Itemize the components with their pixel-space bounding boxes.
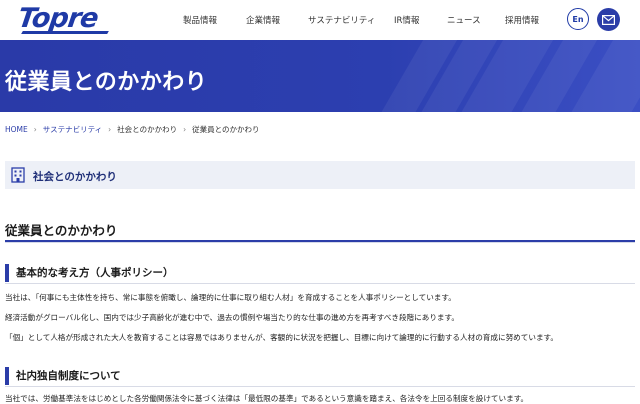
policy-paragraph: 経済活動がグローバル化し、国内では少子高齢化が進む中で、過去の慣例や場当たり的な… [5, 313, 459, 322]
policy-heading: 基本的な考え方（人事ポリシー） [5, 264, 174, 282]
mail-icon [602, 14, 615, 25]
system-divider [5, 386, 635, 387]
site-header: Topre 製品情報 企業情報 サステナビリティ IR情報 ニュース 採用情報 … [0, 0, 640, 40]
chevron-right-icon: › [108, 125, 112, 134]
content-heading: 従業員とのかかわり [5, 223, 118, 238]
policy-paragraph: 当社は、「何事にも主体性を持ち、常に事態を俯瞰し、論理的に仕事に取り組む人材」を… [5, 293, 456, 302]
building-icon [11, 167, 25, 183]
chevron-right-icon: › [33, 125, 37, 134]
nav-ir[interactable]: IR情報 [394, 14, 419, 26]
nav-products[interactable]: 製品情報 [183, 14, 217, 26]
breadcrumb-society[interactable]: 社会とのかかわり [117, 125, 177, 134]
system-paragraph: 当社では、労働基準法をはじめとした各労働関係法令に基づく法律は「最低限の基準」で… [5, 394, 529, 403]
contact-button[interactable] [597, 8, 620, 31]
nav-company[interactable]: 企業情報 [246, 14, 280, 26]
chevron-right-icon: › [183, 125, 187, 134]
policy-divider [5, 283, 635, 284]
nav-news[interactable]: ニュース [447, 14, 481, 26]
page-title: 従業員とのかかわり [5, 70, 208, 95]
section-category-box: 社会とのかかわり [5, 161, 635, 189]
section-label: 社会とのかかわり [33, 171, 117, 183]
breadcrumb-current: 従業員とのかかわり [192, 125, 260, 134]
heading-divider-light [5, 242, 635, 243]
hero-banner: 従業員とのかかわり [0, 40, 640, 112]
nav-sustainability[interactable]: サステナビリティ [308, 14, 375, 26]
topre-logo[interactable]: Topre [16, 3, 100, 34]
breadcrumb: HOME › サステナビリティ › 社会とのかかわり › 従業員とのかかわり [5, 124, 260, 135]
system-heading: 社内独自制度について [5, 367, 121, 385]
language-button[interactable]: En [567, 8, 589, 30]
breadcrumb-home[interactable]: HOME [5, 125, 28, 134]
breadcrumb-sustainability[interactable]: サステナビリティ [43, 125, 102, 134]
logo-underline [21, 31, 109, 34]
policy-paragraph: 「個」として人格が形成された大人を教育することは容易ではありませんが、客観的に状… [5, 333, 558, 342]
nav-recruit[interactable]: 採用情報 [505, 14, 539, 26]
